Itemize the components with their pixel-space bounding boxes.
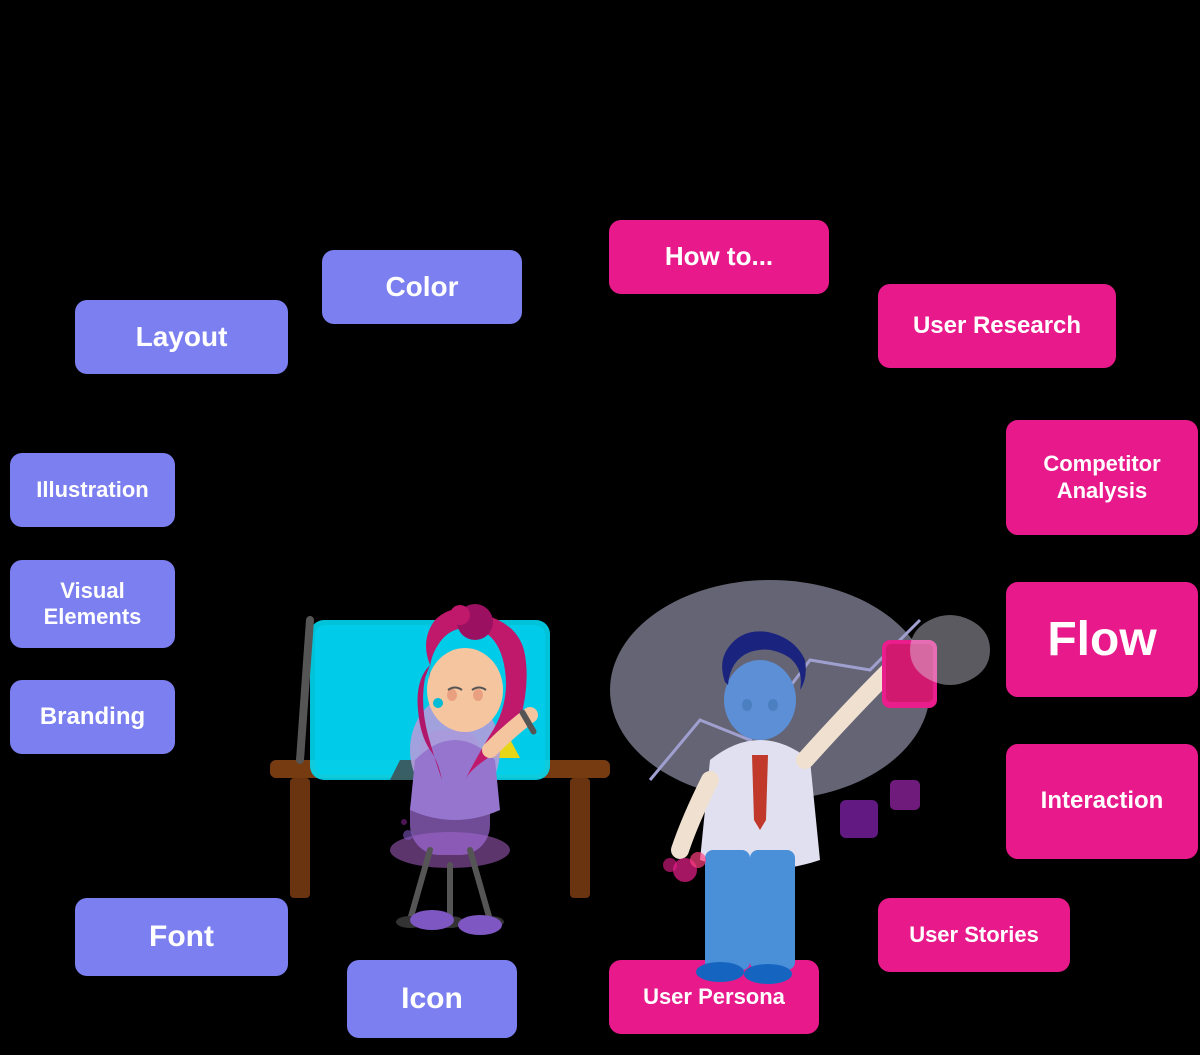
main-illustration — [190, 360, 1010, 1000]
illustration-tag[interactable]: Illustration — [10, 453, 175, 527]
color-label: Color — [385, 270, 458, 304]
visual-elements-tag[interactable]: Visual Elements — [10, 560, 175, 648]
color-tag[interactable]: Color — [322, 250, 522, 324]
competitor-analysis-label: Competitor Analysis — [1043, 451, 1160, 504]
illustration-label: Illustration — [36, 477, 148, 503]
user-research-label: User Research — [913, 312, 1081, 341]
interaction-tag[interactable]: Interaction — [1006, 744, 1198, 859]
branding-label: Branding — [40, 703, 145, 732]
interaction-label: Interaction — [1041, 787, 1164, 816]
branding-tag[interactable]: Branding — [10, 680, 175, 754]
flow-tag[interactable]: Flow — [1006, 582, 1198, 697]
how-to-label: How to... — [665, 241, 773, 272]
how-to-tag[interactable]: How to... — [609, 220, 829, 294]
flow-label: Flow — [1047, 611, 1156, 669]
competitor-analysis-tag[interactable]: Competitor Analysis — [1006, 420, 1198, 535]
layout-label: Layout — [136, 320, 228, 354]
visual-elements-label: Visual Elements — [44, 578, 142, 631]
user-research-tag[interactable]: User Research — [878, 284, 1116, 368]
